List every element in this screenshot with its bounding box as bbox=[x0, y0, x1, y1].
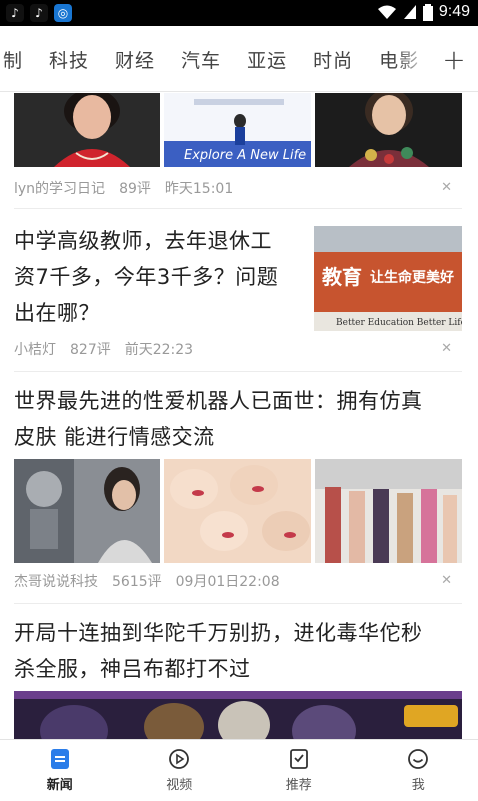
title-line: 中学高级教师，去年退休工 bbox=[14, 229, 272, 253]
publish-time: 09月01日22:08 bbox=[175, 574, 280, 590]
tiktok-icon: ♪ bbox=[6, 4, 24, 22]
news-icon bbox=[50, 749, 69, 769]
tiktok-icon: ♪ bbox=[30, 4, 48, 22]
article-meta: 小桔灯 827评 前天22:23 ✕ bbox=[14, 339, 462, 359]
title-line: 世界最先进的性爱机器人已面世：拥有仿真 bbox=[14, 389, 423, 413]
battery-icon bbox=[422, 3, 433, 21]
article-thumbnail[interactable] bbox=[315, 459, 462, 563]
recommend-icon bbox=[289, 749, 308, 769]
article-title[interactable]: 中学高级教师，去年退休工 资7千多，今年3千多？问题 出在哪？ bbox=[14, 223, 304, 331]
article-thumbnail[interactable] bbox=[14, 459, 160, 563]
tab-auto[interactable]: 汽车 bbox=[168, 46, 234, 73]
article-thumbnail[interactable] bbox=[315, 93, 462, 167]
tab-tech[interactable]: 科技 bbox=[36, 46, 102, 73]
title-line: 皮肤 能进行情感交流 bbox=[14, 425, 215, 449]
title-line: 杀全服，神吕布都打不过 bbox=[14, 657, 251, 681]
publish-time: 前天22:23 bbox=[124, 342, 194, 358]
status-indicators: 9:49 bbox=[377, 3, 470, 21]
image-text: 让生命更美好 bbox=[370, 269, 454, 286]
image-text: 教育 bbox=[322, 265, 362, 289]
comment-count: 827评 bbox=[70, 342, 111, 358]
article-source[interactable]: lyn的学习日记 bbox=[14, 178, 105, 198]
article-thumbnail[interactable] bbox=[14, 93, 160, 167]
image-text: Better Education Better Life bbox=[336, 318, 462, 328]
title-line: 开局十连抽到华陀千万别扔，进化毒华佗秒 bbox=[14, 621, 423, 645]
signal-icon bbox=[403, 5, 416, 19]
dismiss-icon[interactable]: ✕ bbox=[441, 180, 452, 195]
channel-fade bbox=[394, 26, 434, 91]
tab-fashion[interactable]: 时尚 bbox=[300, 46, 366, 73]
tab-finance[interactable]: 财经 bbox=[102, 46, 168, 73]
notification-icons: ♪ ♪ ◎ bbox=[6, 4, 72, 22]
dismiss-icon[interactable]: ✕ bbox=[441, 341, 452, 356]
article-thumbnail[interactable] bbox=[164, 459, 311, 563]
dismiss-icon[interactable]: ✕ bbox=[441, 573, 452, 588]
browser-icon: ◎ bbox=[54, 4, 72, 22]
add-channel-button[interactable]: + bbox=[430, 26, 478, 91]
comment-count: 5615评 bbox=[112, 574, 162, 590]
nav-label: 视频 bbox=[166, 778, 193, 793]
channel-bar: 制 科技 财经 汽车 亚运 时尚 电影 + bbox=[0, 26, 478, 92]
article-banner[interactable] bbox=[14, 691, 462, 739]
status-time: 9:49 bbox=[438, 3, 470, 20]
nav-label: 推荐 bbox=[285, 778, 312, 793]
slide-text: Explore A New Life bbox=[184, 148, 306, 163]
nav-me[interactable]: 我 bbox=[359, 740, 478, 801]
wifi-icon bbox=[377, 5, 396, 19]
article-meta: lyn的学习日记 89评 昨天15:01 ✕ bbox=[14, 178, 462, 198]
nav-recommend[interactable]: 推荐 bbox=[239, 740, 359, 801]
divider bbox=[14, 208, 462, 209]
divider bbox=[14, 603, 462, 604]
article-thumbnail[interactable]: Explore A New Life bbox=[164, 93, 311, 167]
video-play-icon bbox=[169, 749, 190, 769]
channel-tabs: 制 科技 财经 汽车 亚运 时尚 电影 bbox=[0, 26, 432, 91]
article-title[interactable]: 世界最先进的性爱机器人已面世：拥有仿真 皮肤 能进行情感交流 bbox=[14, 383, 462, 455]
bottom-nav: 新闻 视频 推荐 我 bbox=[0, 739, 478, 801]
article-source[interactable]: 小桔灯 bbox=[14, 339, 56, 359]
article-title[interactable]: 开局十连抽到华陀千万别扔，进化毒华佗秒 杀全服，神吕布都打不过 bbox=[14, 615, 462, 687]
nav-news[interactable]: 新闻 bbox=[0, 740, 120, 801]
nav-label: 我 bbox=[411, 778, 425, 793]
article-meta: 杰哥说说科技 5615评 09月01日22:08 ✕ bbox=[14, 571, 462, 591]
publish-time: 昨天15:01 bbox=[164, 181, 234, 197]
tab-asian-games[interactable]: 亚运 bbox=[234, 46, 300, 73]
comment-count: 89评 bbox=[119, 181, 151, 197]
nav-label: 新闻 bbox=[46, 778, 73, 793]
title-line: 资7千多，今年3千多？问题 bbox=[14, 265, 279, 289]
divider bbox=[14, 371, 462, 372]
status-bar: ♪ ♪ ◎ 9:49 bbox=[0, 0, 478, 26]
article-source[interactable]: 杰哥说说科技 bbox=[14, 571, 98, 591]
tab-channel[interactable]: 制 bbox=[0, 46, 36, 73]
smile-face-icon bbox=[408, 749, 429, 769]
news-feed[interactable]: Explore A New Life lyn的学习日记 89评 昨天15:01 … bbox=[0, 93, 478, 739]
nav-video[interactable]: 视频 bbox=[120, 740, 240, 801]
article-thumbnail[interactable]: 教育 让生命更美好 Better Education Better Life bbox=[314, 226, 462, 331]
title-line: 出在哪？ bbox=[14, 301, 100, 325]
